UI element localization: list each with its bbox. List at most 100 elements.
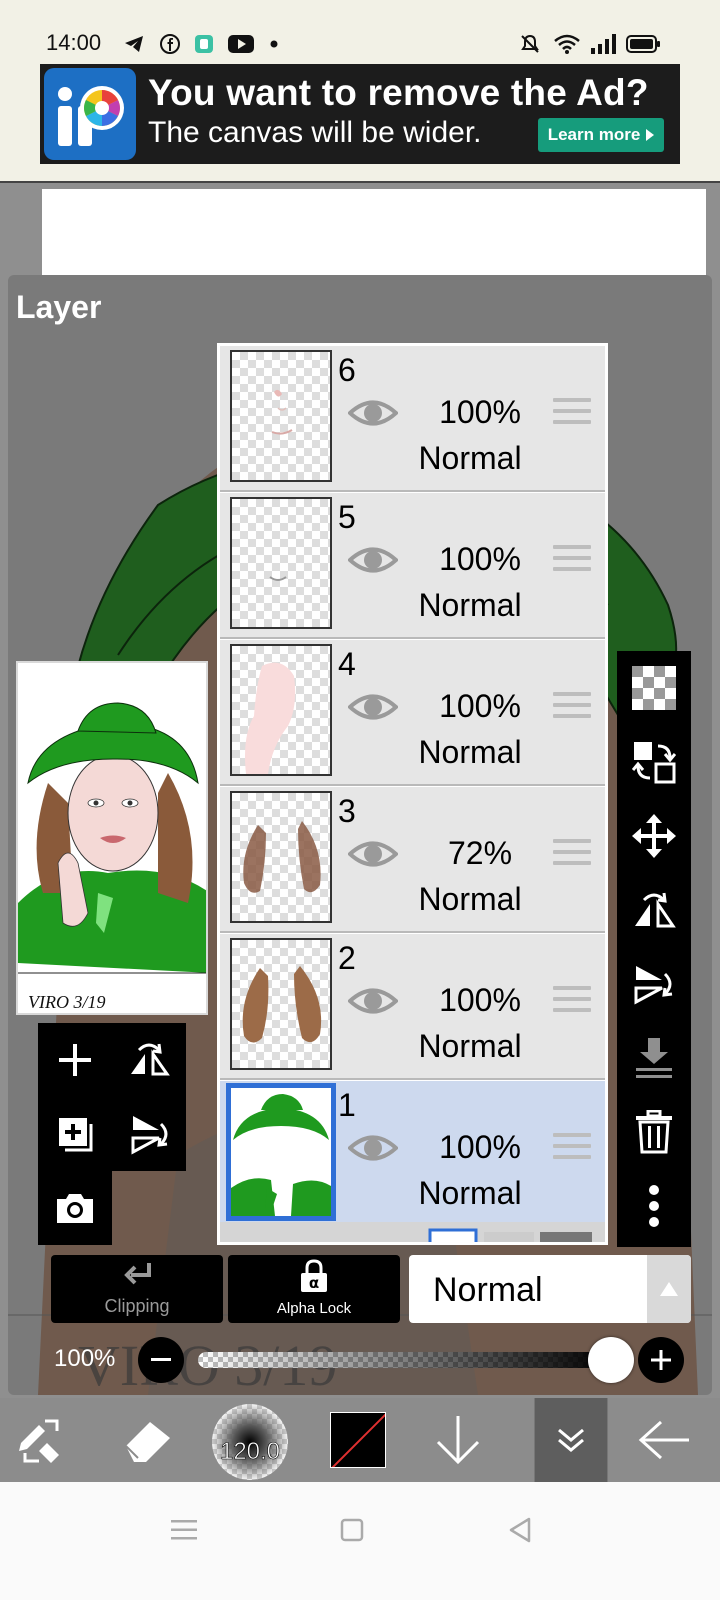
layer-panel: VIRO 3/19 Layer VIRO 3/19 xyxy=(8,275,712,1395)
back-nav-button[interactable] xyxy=(500,1510,540,1550)
back-button[interactable] xyxy=(634,1398,694,1482)
clipping-label: Clipping xyxy=(104,1296,170,1316)
arrow-down-icon xyxy=(436,1416,480,1465)
wifi-icon xyxy=(554,34,580,54)
youtube-icon xyxy=(228,34,254,54)
color-swatch-icon xyxy=(331,1413,385,1467)
bottom-toolbar: 120.0 xyxy=(0,1398,720,1482)
move-layer-button[interactable] xyxy=(617,725,691,799)
eye-icon[interactable] xyxy=(348,837,398,871)
drag-handle-icon[interactable] xyxy=(553,1133,591,1165)
canvas-preview[interactable]: VIRO 3/19 xyxy=(16,661,208,1015)
alpha-lock-label: Alpha Lock xyxy=(276,1300,352,1317)
layer-list-overflow[interactable] xyxy=(220,1222,605,1242)
double-chevron-down-icon xyxy=(558,1428,584,1452)
layer-number: 1 xyxy=(338,1087,356,1123)
layer-number: 6 xyxy=(338,352,356,388)
merge-down-icon xyxy=(636,1038,672,1078)
eye-icon[interactable] xyxy=(348,984,398,1018)
learn-more-label: Learn more xyxy=(547,125,641,144)
opacity-decrease-button[interactable] xyxy=(138,1337,184,1383)
home-square-icon xyxy=(340,1518,364,1542)
drag-handle-icon[interactable] xyxy=(553,986,591,1018)
svg-text:α: α xyxy=(309,1274,319,1292)
minus-icon xyxy=(151,1358,171,1361)
blend-mode-select[interactable]: Normal xyxy=(409,1255,691,1323)
layer-row[interactable]: 3 72% Normal xyxy=(220,787,605,933)
telegram-icon xyxy=(124,34,144,54)
drag-handle-icon[interactable] xyxy=(553,692,591,724)
layer-blend-mode: Normal xyxy=(418,734,522,770)
eraser-tool-button[interactable] xyxy=(118,1398,178,1482)
opacity-slider-track[interactable] xyxy=(198,1352,610,1368)
layer-opacity: 72% xyxy=(447,835,513,871)
facebook-icon xyxy=(160,34,180,54)
duplicate-icon xyxy=(59,1118,93,1152)
eraser-icon xyxy=(125,1422,170,1462)
flip-horizontal-icon xyxy=(131,1043,170,1076)
eye-icon[interactable] xyxy=(348,1131,398,1165)
flip-horizontal-layer-button[interactable] xyxy=(617,873,691,947)
clipping-button[interactable]: Clipping xyxy=(51,1255,223,1323)
layer-blend-mode: Normal xyxy=(418,1028,522,1064)
move-down-button[interactable] xyxy=(428,1398,488,1482)
plus-icon xyxy=(651,1350,671,1370)
more-options-button[interactable] xyxy=(617,1169,691,1243)
color-swatch-button[interactable] xyxy=(330,1412,386,1468)
layer-row[interactable]: 2 100% Normal xyxy=(220,934,605,1080)
caret-right-icon xyxy=(646,129,655,141)
flip-vertical-layer-button[interactable] xyxy=(617,947,691,1021)
merge-down-button[interactable] xyxy=(617,1021,691,1095)
menu-nav-button[interactable] xyxy=(164,1510,204,1550)
layer-number: 4 xyxy=(338,646,356,682)
checkerboard-icon xyxy=(632,666,676,710)
lock-icon: α xyxy=(301,1259,327,1292)
eye-icon[interactable] xyxy=(348,690,398,724)
layer-number: 3 xyxy=(338,793,356,829)
triangle-up-icon xyxy=(660,1282,678,1296)
layer-row-selected[interactable]: 1 100% Normal xyxy=(220,1081,605,1227)
ad-title: You want to remove the Ad? xyxy=(148,72,649,113)
import-photo-button[interactable] xyxy=(38,1171,112,1245)
opacity-slider-knob[interactable] xyxy=(588,1337,634,1383)
layer-row[interactable]: 6 100% Normal xyxy=(220,346,605,492)
flip-horizontal-button[interactable] xyxy=(112,1023,186,1097)
learn-more-button[interactable]: Learn more xyxy=(538,118,664,152)
layer-menu-button[interactable] xyxy=(534,1398,608,1482)
drag-handle-icon[interactable] xyxy=(553,545,591,577)
add-layer-button[interactable] xyxy=(38,1023,112,1097)
opacity-label: 100% xyxy=(54,1345,116,1372)
status-bar: 14:00 xyxy=(0,0,720,60)
plus-icon xyxy=(59,1044,91,1076)
ad-banner[interactable]: You want to remove the Ad? The canvas wi… xyxy=(40,64,680,164)
duplicate-layer-button[interactable] xyxy=(38,1097,112,1171)
opacity-increase-button[interactable] xyxy=(638,1337,684,1383)
flip-vertical-icon xyxy=(634,966,673,1005)
layer-opacity: 100% xyxy=(439,982,521,1018)
eye-icon[interactable] xyxy=(348,543,398,577)
canvas-paper xyxy=(42,189,706,289)
alpha-lock-button[interactable]: α Alpha Lock xyxy=(228,1255,400,1323)
tool-selector-button[interactable] xyxy=(12,1398,72,1482)
ibispaint-logo xyxy=(44,68,136,160)
drag-handle-icon[interactable] xyxy=(553,839,591,871)
dot-icon xyxy=(264,34,284,54)
layer-row[interactable]: 5 100% Normal xyxy=(220,493,605,639)
flip-vertical-button[interactable] xyxy=(112,1097,186,1171)
mute-icon xyxy=(520,34,540,54)
layer-thumbnail xyxy=(230,644,332,776)
transparency-button[interactable] xyxy=(617,651,691,725)
home-nav-button[interactable] xyxy=(332,1510,372,1550)
delete-layer-button[interactable] xyxy=(617,1095,691,1169)
flip-horizontal-icon xyxy=(635,892,676,928)
transform-button[interactable] xyxy=(617,799,691,873)
blend-mode-dropdown-arrow[interactable] xyxy=(647,1255,691,1323)
drag-handle-icon[interactable] xyxy=(553,398,591,430)
layer-row[interactable]: 4 100% Normal xyxy=(220,640,605,786)
svg-text:VIRO 3/19: VIRO 3/19 xyxy=(28,992,105,1012)
layer-number: 2 xyxy=(338,940,356,976)
tool-swap-icon xyxy=(19,1419,59,1463)
flip-vertical-icon xyxy=(131,1116,168,1155)
blend-mode-value: Normal xyxy=(433,1271,543,1309)
eye-icon[interactable] xyxy=(348,396,398,430)
